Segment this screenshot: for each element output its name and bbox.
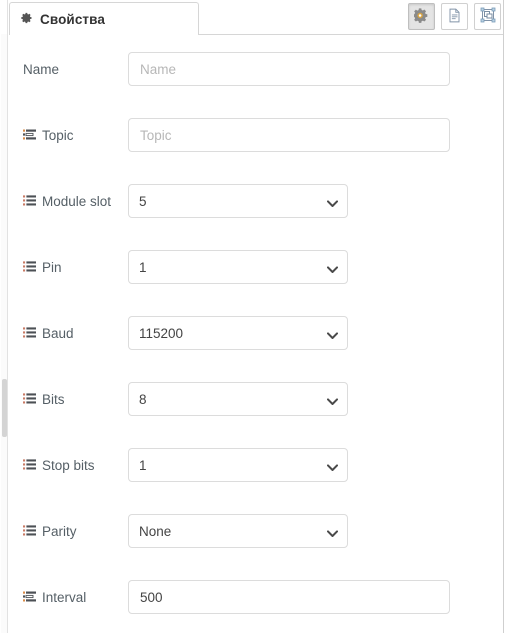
label-baud: Baud: [23, 326, 74, 341]
tasks-icon: [23, 129, 36, 141]
tab-properties[interactable]: Свойства: [9, 2, 199, 35]
control-stop-bits: 1: [128, 448, 348, 482]
properties-panel: Свойства Name Name Topic Topic Module sl…: [0, 0, 509, 633]
gear-icon: [412, 7, 429, 26]
label-bits-text: Bits: [42, 391, 65, 407]
field-row-bits: Bits 8: [9, 366, 503, 432]
field-row-baud: Baud 115200: [9, 300, 503, 366]
control-name: [128, 52, 450, 86]
field-row-name: Name: [9, 36, 503, 102]
field-row-stop-bits: Stop bits 1: [9, 432, 503, 498]
stop-bits-select[interactable]: 1: [128, 448, 348, 482]
control-parity: None: [128, 514, 348, 548]
control-topic: [128, 118, 450, 152]
parity-select[interactable]: None: [128, 514, 348, 548]
label-module-slot: Module slot: [23, 194, 111, 209]
group-select-button[interactable]: [474, 3, 501, 30]
interval-input[interactable]: [128, 580, 450, 614]
label-bits: Bits: [23, 392, 65, 407]
list-ul-icon: [23, 261, 36, 273]
label-topic-text: Topic: [42, 127, 74, 143]
control-baud: 115200: [128, 316, 348, 350]
document-button[interactable]: [441, 3, 468, 30]
label-stop-bits: Stop bits: [23, 458, 95, 473]
panel-right-edge: [503, 0, 509, 633]
pin-select[interactable]: 1: [128, 250, 348, 284]
label-pin-text: Pin: [42, 259, 62, 275]
vertical-scrollbar-track[interactable]: [1, 34, 7, 633]
document-icon: [447, 8, 462, 26]
label-name: Name: [23, 62, 59, 77]
properties-form: Name Topic: [9, 36, 503, 633]
tasks-icon: [23, 591, 36, 603]
label-interval: Interval: [23, 590, 86, 605]
label-baud-text: Baud: [42, 325, 74, 341]
label-stop-bits-text: Stop bits: [42, 457, 95, 473]
label-module-slot-text: Module slot: [42, 193, 112, 209]
label-pin: Pin: [23, 260, 62, 275]
label-parity-text: Parity: [42, 523, 77, 539]
group-select-icon: [480, 7, 496, 26]
bits-select[interactable]: 8: [128, 382, 348, 416]
control-module-slot: 5: [128, 184, 348, 218]
field-row-parity: Parity None: [9, 498, 503, 564]
control-bits: 8: [128, 382, 348, 416]
panel-toolbar: [408, 3, 501, 30]
field-row-pin: Pin 1: [9, 234, 503, 300]
gear-icon: [21, 12, 33, 26]
list-ul-icon: [23, 393, 36, 405]
properties-button[interactable]: [408, 3, 435, 30]
list-ul-icon: [23, 195, 36, 207]
vertical-scrollbar-thumb[interactable]: [2, 379, 7, 437]
field-row-topic: Topic: [9, 102, 503, 168]
name-input[interactable]: [128, 52, 450, 86]
label-parity: Parity: [23, 524, 77, 539]
list-ul-icon: [23, 459, 36, 471]
field-row-interval: Interval: [9, 564, 503, 630]
label-interval-text: Interval: [42, 589, 87, 605]
tab-label: Свойства: [40, 11, 105, 27]
label-topic: Topic: [23, 128, 74, 143]
baud-select[interactable]: 115200: [128, 316, 348, 350]
control-pin: 1: [128, 250, 348, 284]
module-slot-select[interactable]: 5: [128, 184, 348, 218]
list-ul-icon: [23, 525, 36, 537]
control-interval: [128, 580, 450, 614]
topic-input[interactable]: [128, 118, 450, 152]
list-ul-icon: [23, 327, 36, 339]
label-name-text: Name: [23, 61, 60, 77]
field-row-module-slot: Module slot 5: [9, 168, 503, 234]
